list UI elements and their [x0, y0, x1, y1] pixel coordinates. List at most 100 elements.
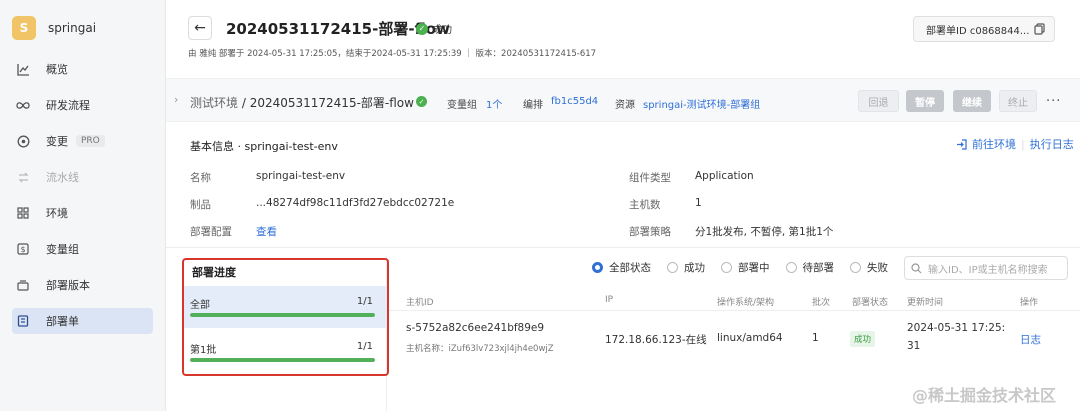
environment-breadcrumb: 测试环境 / 20240531172415-部署-flow	[190, 94, 414, 111]
host-batch: 1	[812, 332, 819, 344]
status-text: 成功	[432, 25, 452, 36]
arrange-link[interactable]: fb1c55d4	[551, 96, 598, 107]
host-search-input[interactable]: 输入ID、IP或主机名称搜索	[904, 256, 1068, 280]
continue-button[interactable]: 继续	[953, 90, 991, 112]
host-id: s-5752a82c6ee241bf89e9	[406, 322, 545, 334]
filter-deploying[interactable]: 部署中	[721, 260, 770, 275]
pro-badge: PRO	[76, 135, 105, 147]
column-header: 操作	[1020, 298, 1039, 308]
deploy-id-field[interactable]: 部署单ID c0868844...	[913, 16, 1055, 42]
pause-button[interactable]: 暂停	[906, 90, 944, 112]
check-circle-icon: ✓	[416, 22, 428, 35]
filter-label: 待部署	[802, 262, 835, 274]
env-name: / 20240531172415-部署-flow	[238, 96, 414, 110]
brand-logo: S	[12, 16, 36, 40]
grid-icon	[16, 206, 30, 220]
radio-icon	[785, 262, 797, 273]
environment-toolbar: › 测试环境 / 20240531172415-部署-flow ✓ 变量组 1个…	[166, 78, 1080, 122]
status-badge: 成功	[850, 331, 876, 347]
component-label: 组件类型	[629, 172, 671, 184]
chevron-right-icon[interactable]: ›	[174, 93, 178, 106]
sidebar-item-environment[interactable]: 环境	[12, 200, 153, 226]
pipeline-icon	[16, 170, 30, 184]
search-icon	[911, 262, 922, 274]
sidebar-item-label: 部署单	[46, 315, 79, 328]
name-value: springai-test-env	[256, 170, 346, 182]
arrow-left-icon: ←	[194, 20, 206, 36]
page-header: ← 20240531172415-部署-flow ✓ 成功 由 雅纯 部署于 2…	[166, 0, 1080, 72]
workspace-brand[interactable]: S springai	[0, 0, 165, 56]
column-header: 主机ID	[406, 298, 434, 308]
table-header-divider	[388, 310, 1080, 311]
sidebar: S springai 概览 研发流程 变更 PRO 流水线 环境 $ 变量组 部…	[0, 0, 166, 411]
sidebar-item-overview[interactable]: 概览	[12, 56, 153, 82]
sidebar-item-label: 变更	[46, 135, 68, 148]
goto-env-link[interactable]: 前往环境	[972, 136, 1016, 152]
filter-failed[interactable]: 失败	[850, 260, 888, 275]
filter-label: 成功	[684, 262, 705, 274]
var-group-link[interactable]: 1个	[486, 96, 502, 111]
hosts-value: 1	[695, 197, 702, 209]
resource-link[interactable]: springai-测试环境-部署组	[643, 96, 760, 111]
version-icon	[16, 278, 30, 292]
sidebar-item-change[interactable]: 变更 PRO	[12, 128, 153, 154]
basic-info-title: 基本信息 · springai-test-env	[190, 140, 338, 153]
updated-time-cont: 31	[907, 340, 921, 352]
brand-name: springai	[48, 21, 97, 35]
host-name: 主机名称：iZuf63lv723xjl4jh4e0wjZ	[406, 344, 554, 354]
config-view-link[interactable]: 查看	[256, 224, 277, 239]
chart-line-icon	[16, 62, 30, 76]
sidebar-item-label: 部署版本	[46, 279, 90, 292]
hosts-label: 主机数	[629, 199, 661, 211]
column-header: 部署状态	[852, 298, 889, 308]
more-icon[interactable]: ···	[1046, 94, 1061, 109]
updated-time: 2024-05-31 17:25:	[907, 322, 1006, 334]
check-circle-icon: ✓	[416, 96, 427, 107]
exec-log-link[interactable]: 执行日志	[1030, 136, 1074, 152]
dollar-icon: $	[16, 242, 30, 256]
rollback-button[interactable]: 回退	[858, 90, 899, 112]
sidebar-item-variable-group[interactable]: $ 变量组	[12, 236, 153, 262]
section-divider	[166, 247, 1080, 248]
copy-icon[interactable]	[1034, 23, 1045, 35]
host-ip: 172.18.66.123-在线	[605, 334, 707, 346]
log-link[interactable]: 日志	[1020, 332, 1041, 347]
var-group-label: 变量组	[447, 100, 477, 111]
exit-icon	[956, 138, 967, 150]
radio-icon	[850, 262, 861, 273]
status-filter-group: 全部状态 成功 部署中 待部署 失败	[592, 260, 904, 275]
divider: |	[1021, 137, 1025, 151]
terminate-button[interactable]: 终止	[999, 90, 1037, 112]
component-value: Application	[695, 170, 754, 182]
config-label: 部署配置	[190, 226, 232, 238]
info-actions: 前往环境 | 执行日志	[956, 136, 1074, 152]
column-header: 更新时间	[907, 298, 944, 308]
filter-label: 部署中	[738, 262, 770, 274]
strategy-label: 部署策略	[629, 226, 671, 238]
sidebar-item-label: 变量组	[46, 243, 79, 256]
filter-pending[interactable]: 待部署	[785, 260, 835, 275]
document-icon	[16, 314, 30, 328]
svg-text:$: $	[20, 245, 25, 254]
sidebar-item-label: 流水线	[46, 171, 79, 184]
sidebar-item-deploy-order[interactable]: 部署单	[12, 308, 153, 334]
column-header: IP	[605, 295, 614, 305]
sidebar-item-pipeline[interactable]: 流水线	[12, 164, 153, 190]
artifact-label: 制品	[190, 199, 211, 211]
back-button[interactable]: ←	[188, 16, 212, 40]
radio-icon	[667, 262, 678, 273]
change-icon	[16, 134, 30, 148]
deploy-meta: 由 雅纯 部署于 2024-05-31 17:25:05，结束于2024-05-…	[188, 49, 597, 59]
status-indicator: ✓ 成功	[416, 21, 452, 36]
filter-all[interactable]: 全部状态	[592, 260, 651, 275]
sidebar-item-label: 研发流程	[46, 99, 90, 112]
name-label: 名称	[190, 172, 211, 184]
infinity-icon	[16, 98, 30, 112]
radio-icon	[592, 262, 603, 273]
highlight-annotation	[182, 258, 389, 376]
sidebar-item-deploy-version[interactable]: 部署版本	[12, 272, 153, 298]
radio-icon	[721, 262, 732, 273]
env-prefix[interactable]: 测试环境	[190, 96, 238, 110]
filter-success[interactable]: 成功	[667, 260, 705, 275]
sidebar-item-dev-flow[interactable]: 研发流程	[12, 92, 153, 118]
